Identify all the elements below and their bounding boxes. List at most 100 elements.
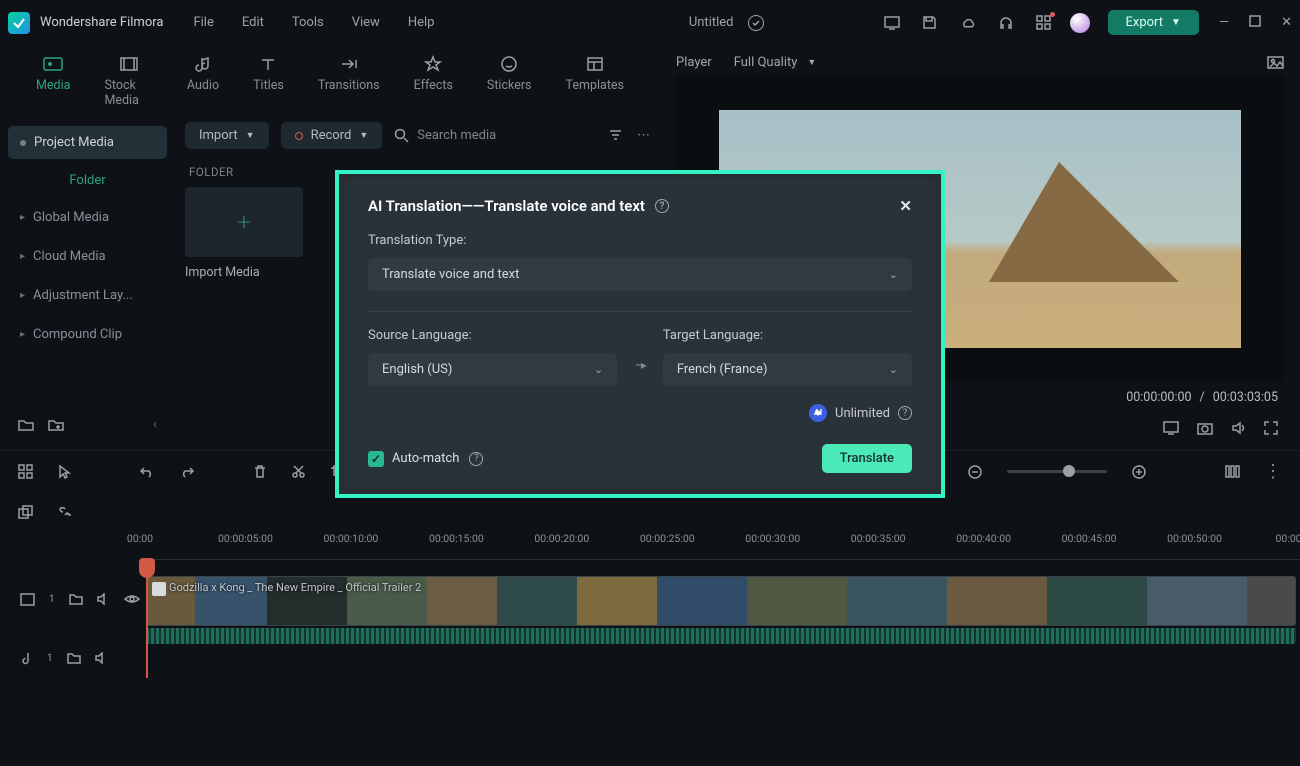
tl-copy-icon[interactable] <box>18 505 33 520</box>
more-icon[interactable]: ⋯ <box>637 128 650 143</box>
sidebar-adjustment-layer[interactable]: ▸Adjustment Lay... <box>8 278 167 313</box>
menu-help[interactable]: Help <box>408 15 435 30</box>
audio-track-body[interactable] <box>140 631 1300 685</box>
menu-tools[interactable]: Tools <box>292 15 324 30</box>
snapshot-icon[interactable] <box>1267 55 1284 70</box>
view-options-icon[interactable] <box>1225 464 1240 479</box>
more-icon[interactable]: ⋮ <box>1264 461 1282 482</box>
sidebar-compound-clip[interactable]: ▸Compound Clip <box>8 317 167 352</box>
close-icon[interactable]: ✕ <box>899 197 912 215</box>
ruler-tick: 00:00 <box>127 532 153 545</box>
new-folder-plus-icon[interactable] <box>48 418 64 432</box>
new-folder-icon[interactable] <box>18 418 34 432</box>
tab-media[interactable]: Media <box>30 51 76 116</box>
search-media[interactable]: Search media <box>394 128 496 143</box>
sync-status-icon[interactable] <box>748 15 764 31</box>
user-avatar[interactable] <box>1070 13 1090 33</box>
chevron-right-icon: ▸ <box>20 329 25 340</box>
apps-icon[interactable] <box>1036 15 1052 31</box>
automatch-checkbox[interactable]: ✓ <box>368 451 384 467</box>
playhead[interactable] <box>146 560 148 678</box>
menu-edit[interactable]: Edit <box>242 15 264 30</box>
undo-icon[interactable] <box>139 465 155 479</box>
track-visibility-icon[interactable] <box>124 593 140 605</box>
plus-icon: + <box>237 208 251 236</box>
import-dropdown[interactable]: Import▼ <box>185 122 269 149</box>
tab-titles[interactable]: Titles <box>247 51 290 116</box>
help-icon[interactable]: ? <box>469 452 483 466</box>
quality-dropdown[interactable]: Full Quality▼ <box>734 55 817 70</box>
export-button[interactable]: Export ▼ <box>1108 10 1199 35</box>
translation-type-label: Translation Type: <box>368 233 912 258</box>
grid-icon[interactable] <box>18 464 33 479</box>
menu-view[interactable]: View <box>352 15 380 30</box>
chevron-right-icon: ▸ <box>20 212 25 223</box>
chevron-down-icon: ⌄ <box>889 268 898 281</box>
monitor-icon[interactable] <box>884 15 900 31</box>
help-icon[interactable]: ? <box>655 199 669 213</box>
help-icon[interactable]: ? <box>898 406 912 420</box>
project-media-button[interactable]: Project Media <box>8 126 167 159</box>
app-name: Wondershare Filmora <box>40 15 163 30</box>
ai-badge-icon: AI <box>809 404 827 422</box>
track-mute-icon[interactable] <box>97 593 110 605</box>
source-language-select[interactable]: English (US) ⌄ <box>368 353 617 386</box>
filter-icon[interactable] <box>608 128 623 143</box>
fullscreen-icon[interactable] <box>1264 421 1278 435</box>
record-icon <box>295 132 303 140</box>
time-total: 00:03:03:05 <box>1213 390 1278 405</box>
translation-type-select[interactable]: Translate voice and text ⌄ <box>368 258 912 291</box>
export-label: Export <box>1126 15 1164 30</box>
sidebar-global-media[interactable]: ▸Global Media <box>8 200 167 235</box>
target-language-select[interactable]: French (France) ⌄ <box>663 353 912 386</box>
tab-transitions[interactable]: Transitions <box>312 51 386 116</box>
audio-track-icon[interactable] <box>20 651 33 665</box>
track-folder-icon[interactable] <box>69 593 83 605</box>
camera-icon[interactable] <box>1197 421 1213 435</box>
video-clip[interactable]: Godzilla x Kong _ The New Empire _ Offic… <box>146 576 1296 626</box>
import-media-tile[interactable]: + <box>185 187 303 257</box>
save-icon[interactable] <box>922 15 938 31</box>
chevron-right-icon: ▸ <box>20 251 25 262</box>
sidebar-cloud-media[interactable]: ▸Cloud Media <box>8 239 167 274</box>
main-menu: File Edit Tools View Help <box>193 15 434 30</box>
window-maximize[interactable] <box>1249 15 1261 30</box>
window-close[interactable]: ✕ <box>1281 15 1292 30</box>
menu-file[interactable]: File <box>193 15 213 30</box>
folder-section[interactable]: Folder <box>8 163 167 196</box>
zoom-slider[interactable] <box>1007 470 1107 473</box>
ai-translation-dialog: AI Translation——Translate voice and text… <box>335 170 945 498</box>
time-ruler[interactable]: 00:0000:00:05:0000:00:10:0000:00:15:0000… <box>140 532 1300 560</box>
translate-button[interactable]: Translate <box>822 444 912 473</box>
tab-templates[interactable]: Templates <box>560 51 630 116</box>
video-track-body[interactable]: Godzilla x Kong _ The New Empire _ Offic… <box>140 572 1300 626</box>
source-tabs: Media Stock Media Audio Titles Transitio… <box>0 45 660 116</box>
speaker-icon[interactable] <box>1231 421 1246 435</box>
zoom-in-icon[interactable] <box>1131 464 1147 480</box>
tab-stock-media[interactable]: Stock Media <box>98 51 158 116</box>
chevron-down-icon: ▼ <box>1171 17 1181 28</box>
display-icon[interactable] <box>1163 421 1179 435</box>
cut-icon[interactable] <box>291 464 306 479</box>
tab-effects[interactable]: Effects <box>408 51 459 116</box>
tab-audio[interactable]: Audio <box>181 51 225 116</box>
redo-icon[interactable] <box>179 465 195 479</box>
ruler-tick: 00:00:50:00 <box>1167 532 1222 545</box>
tab-stickers[interactable]: Stickers <box>481 51 538 116</box>
collapse-sidebar-icon[interactable]: ‹ <box>153 417 157 432</box>
track-mute-icon[interactable] <box>95 652 108 664</box>
player-tab[interactable]: Player <box>676 55 712 70</box>
headphones-icon[interactable] <box>998 15 1014 31</box>
audio-track-num: 1 <box>47 653 53 664</box>
delete-icon[interactable] <box>253 464 267 479</box>
record-dropdown[interactable]: Record▼ <box>281 122 383 149</box>
unlimited-label: Unlimited <box>835 406 890 421</box>
tl-link-icon[interactable] <box>57 505 73 519</box>
pointer-icon[interactable] <box>57 464 71 480</box>
cloud-icon[interactable] <box>960 15 976 31</box>
track-folder-icon[interactable] <box>67 652 81 664</box>
ruler-tick: 00:00:35:00 <box>851 532 906 545</box>
window-minimize[interactable]: — <box>1219 15 1229 30</box>
zoom-out-icon[interactable] <box>967 464 983 480</box>
video-track-icon[interactable] <box>20 593 35 606</box>
